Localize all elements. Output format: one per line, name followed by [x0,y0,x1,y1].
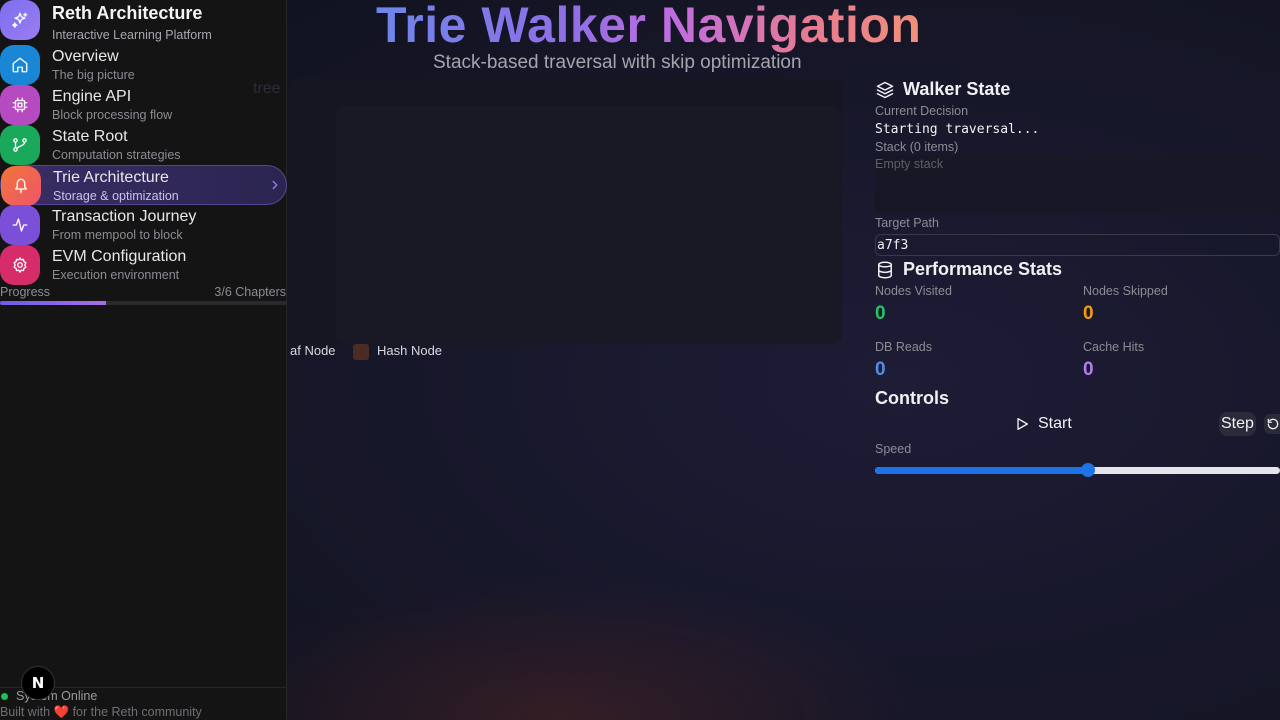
tree-icon [1,166,41,206]
nodes-skipped-value: 0 [1083,303,1094,324]
step-button[interactable]: Step [1219,412,1256,436]
trie-canvas[interactable] [336,106,841,344]
trie-visualization-panel [288,78,842,344]
legend-hash-label: Hash Node [377,343,443,358]
sidebar-item-subtitle: Computation strategies [52,148,181,162]
sidebar-item-subtitle: Block processing flow [52,108,173,122]
sidebar-item-subtitle: The big picture [52,68,135,82]
db-reads-value: 0 [875,359,886,380]
sidebar-item-title: Transaction Journey [52,208,197,225]
cache-hits-label: Cache Hits [1083,340,1145,354]
db-reads-label: DB Reads [875,340,932,354]
heart-icon: ❤️ [53,705,70,719]
cache-hits-value: 0 [1083,359,1094,380]
chevron-right-icon [272,180,278,190]
speed-label: Speed [875,442,912,456]
current-decision-label: Current Decision [875,104,969,118]
target-path-label: Target Path [875,216,939,230]
built-with-text: Built with ❤️ for the Reth community [0,705,202,720]
status-online-icon [1,693,8,700]
progress-label: Progress [0,285,51,299]
speed-slider-track [875,467,1280,474]
sidebar-item-overview[interactable]: Overview The big picture [0,45,287,85]
page-subtitle: Stack-based traversal with skip optimiza… [433,52,802,73]
brand-header: Reth Architecture Interactive Learning P… [0,0,287,44]
ghost-heading: tree [253,80,281,97]
current-decision-value: Starting traversal... [875,122,1040,137]
sidebar-item-title: Overview [52,48,119,65]
git-branch-icon [0,125,40,165]
stack-label: Stack (0 items) [875,140,959,154]
sidebar-item-engine-api[interactable]: Engine API Block processing flow [0,85,287,125]
sidebar-item-title: State Root [52,128,128,145]
brand-subtitle: Interactive Learning Platform [52,28,212,42]
sidebar-item-title: Trie Architecture [53,169,169,186]
legend-leaf-label: af Node [290,343,336,358]
reset-icon [1267,418,1279,430]
progress-bar [0,301,287,305]
stack-empty-text: Empty stack [875,157,944,171]
layers-icon [876,81,894,98]
progress-count: 3/6 Chapters [214,285,286,299]
performance-stats-title: Performance Stats [903,259,1063,279]
walker-state-header: Walker State [875,79,1010,100]
start-button-label: Start [1038,415,1072,432]
performance-stats-header: Performance Stats [875,259,1062,280]
sparkles-icon [0,0,40,40]
walker-side-panel: Walker State Current Decision Starting t… [875,78,1280,498]
sidebar-item-subtitle: Execution environment [52,268,180,282]
speed-slider-thumb[interactable] [1080,463,1095,477]
nodes-visited-label: Nodes Visited [875,284,952,298]
stack-list: Empty stack [875,155,1280,213]
built-suffix: for the Reth community [72,705,202,719]
gear-icon [0,245,40,285]
sidebar: Reth Architecture Interactive Learning P… [0,0,287,720]
legend-hash-swatch [353,344,369,360]
sidebar-item-trie-architecture[interactable]: Trie Architecture Storage & optimization [0,165,287,206]
brand-title: Reth Architecture [52,3,203,23]
sidebar-item-transaction-journey[interactable]: Transaction Journey From mempool to bloc… [0,205,287,245]
built-prefix: Built with [0,705,51,719]
nextjs-dev-badge[interactable]: N [21,666,55,700]
page-title: Trie Walker Navigation [376,0,921,54]
walker-state-title: Walker State [903,79,1011,99]
speed-slider-fill [875,467,1088,474]
home-icon [0,45,40,85]
nodes-visited-value: 0 [875,303,886,324]
sidebar-item-subtitle: Storage & optimization [53,189,179,203]
controls-title: Controls [875,388,949,408]
sidebar-item-state-root[interactable]: State Root Computation strategies [0,125,287,165]
sidebar-item-title: EVM Configuration [52,248,187,265]
speed-slider[interactable] [875,463,1280,477]
cpu-icon [0,85,40,125]
activity-icon [0,205,40,245]
sidebar-item-title: Engine API [52,88,132,105]
nodes-skipped-label: Nodes Skipped [1083,284,1168,298]
sidebar-item-evm-configuration[interactable]: EVM Configuration Execution environment [0,245,287,285]
database-icon [878,261,892,278]
reset-button[interactable] [1264,414,1280,434]
start-button[interactable]: Start [1014,412,1072,436]
target-path-input[interactable] [875,234,1280,256]
progress-bar-fill [0,301,107,305]
sidebar-item-subtitle: From mempool to block [52,228,183,242]
play-icon [1017,418,1028,430]
